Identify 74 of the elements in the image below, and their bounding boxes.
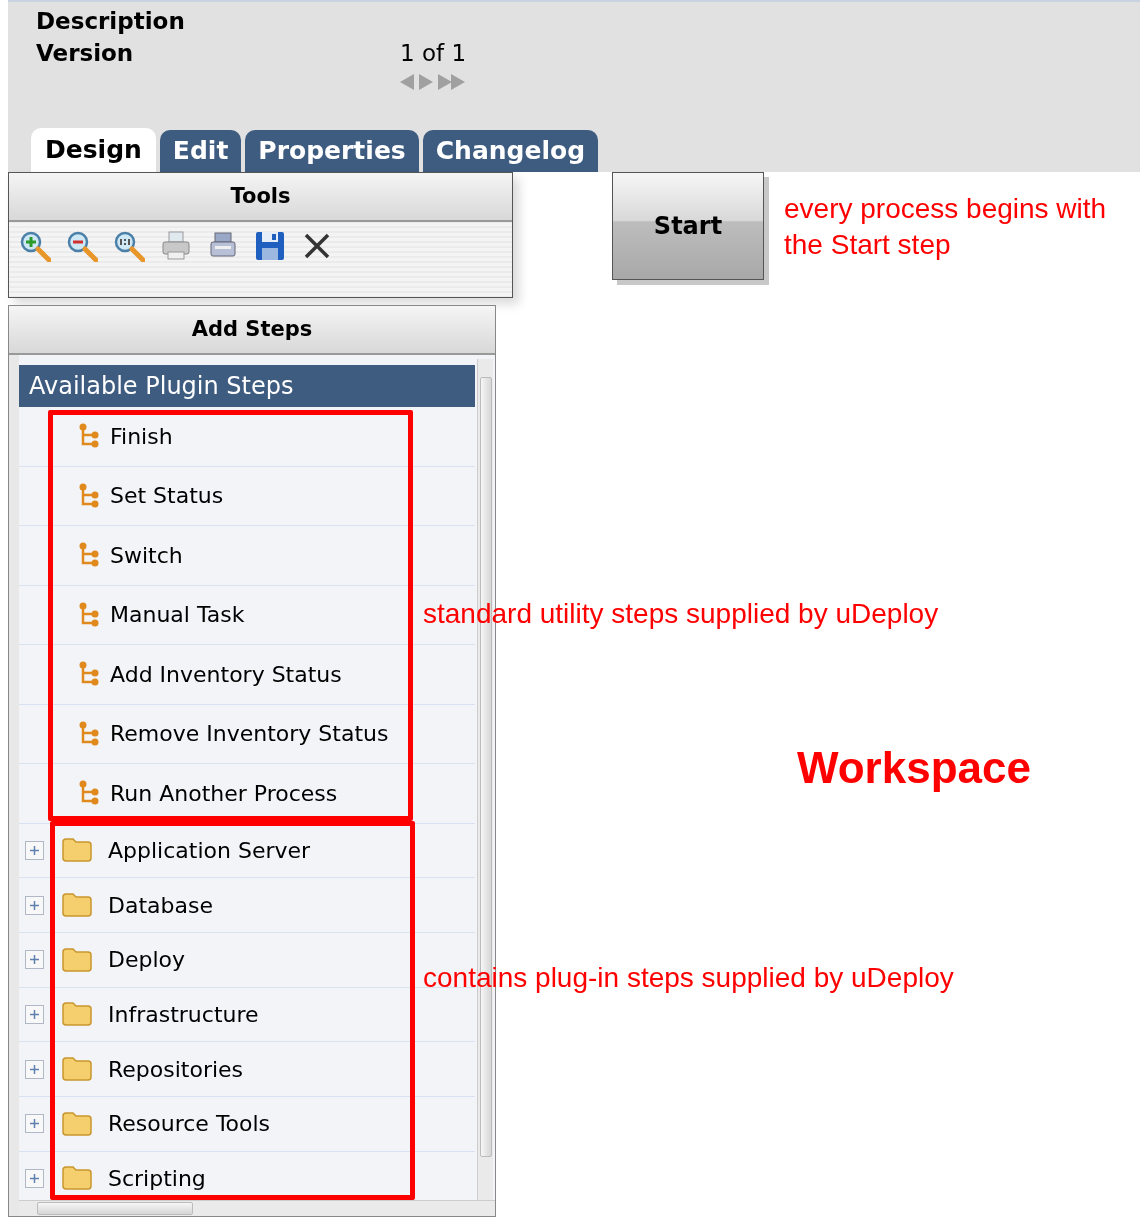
zoom-out-icon[interactable] bbox=[66, 230, 98, 262]
expand-icon[interactable] bbox=[25, 840, 44, 860]
tab[interactable]: Edit bbox=[159, 130, 242, 172]
expand-icon[interactable] bbox=[25, 950, 44, 970]
step-icon bbox=[78, 482, 100, 509]
panel-title: Tools bbox=[230, 182, 291, 210]
step-item[interactable]: Manual Task bbox=[78, 598, 245, 632]
step-item[interactable]: Switch bbox=[78, 538, 183, 572]
panel-title: Add Steps bbox=[191, 315, 313, 343]
folder-label: Scripting bbox=[108, 1164, 206, 1193]
folder-icon bbox=[62, 892, 92, 919]
expand-icon[interactable] bbox=[25, 1004, 44, 1024]
expand-icon[interactable] bbox=[25, 1168, 44, 1188]
step-icon bbox=[78, 601, 100, 628]
folder-icon bbox=[62, 1165, 92, 1192]
next-arrow-icon[interactable] bbox=[419, 74, 434, 90]
expand-icon[interactable] bbox=[25, 1114, 44, 1134]
version-value: 1 of 1 bbox=[400, 42, 467, 65]
folder-item[interactable]: Resource Tools bbox=[62, 1107, 271, 1141]
folder-icon bbox=[62, 1110, 92, 1137]
step-label: Run Another Process bbox=[110, 779, 338, 808]
step-label: Manual Task bbox=[110, 601, 245, 630]
expand-icon[interactable] bbox=[25, 895, 44, 915]
folder-item[interactable]: Deploy bbox=[62, 943, 186, 977]
step-icon bbox=[78, 542, 100, 569]
expand-icon[interactable] bbox=[25, 1059, 44, 1079]
save-icon[interactable] bbox=[254, 230, 286, 262]
tab[interactable]: Changelog bbox=[422, 130, 599, 172]
step-item[interactable]: Remove Inventory Status bbox=[78, 717, 389, 751]
step-label: Switch bbox=[110, 541, 183, 570]
folder-label: Infrastructure bbox=[108, 1000, 259, 1029]
start-label: Start bbox=[653, 211, 723, 242]
folder-label: Deploy bbox=[108, 946, 186, 975]
folder-item[interactable]: Infrastructure bbox=[62, 997, 259, 1031]
scrollbar-thumb[interactable] bbox=[37, 1202, 193, 1215]
step-label: Add Inventory Status bbox=[110, 660, 342, 689]
step-icon bbox=[78, 423, 100, 450]
printer-icon[interactable] bbox=[160, 230, 192, 262]
step-icon bbox=[78, 720, 100, 747]
previous-arrow-icon[interactable] bbox=[400, 74, 415, 90]
folder-icon bbox=[62, 1056, 92, 1083]
folder-label: Database bbox=[108, 891, 213, 920]
step-item[interactable]: Finish bbox=[78, 419, 173, 453]
step-item[interactable]: Set Status bbox=[78, 479, 224, 513]
folder-label: Application Server bbox=[108, 836, 311, 865]
tab[interactable]: Properties bbox=[245, 130, 419, 172]
folder-item[interactable]: Scripting bbox=[62, 1161, 206, 1195]
field-label: Description bbox=[36, 10, 185, 33]
workspace-label: Workspace bbox=[797, 742, 1031, 794]
folder-label: Repositories bbox=[108, 1055, 244, 1084]
annotation-text: every process begins with the Start step bbox=[784, 192, 1108, 262]
step-label: Set Status bbox=[110, 482, 224, 511]
step-item[interactable]: Add Inventory Status bbox=[78, 657, 342, 691]
annotation-text: contains plug-in steps supplied by uDeploy bbox=[423, 961, 954, 995]
last-arrow-icon[interactable] bbox=[438, 74, 466, 90]
step-item[interactable]: Run Another Process bbox=[78, 776, 338, 810]
folder-icon bbox=[62, 837, 92, 864]
zoom-fit-icon[interactable] bbox=[113, 230, 145, 262]
folder-item[interactable]: Database bbox=[62, 888, 213, 922]
folder-icon bbox=[62, 1001, 92, 1028]
folder-label: Resource Tools bbox=[108, 1110, 271, 1139]
zoom-in-icon[interactable] bbox=[19, 230, 51, 262]
step-label: Finish bbox=[110, 422, 173, 451]
folder-icon bbox=[62, 946, 92, 973]
field-label: Version bbox=[36, 42, 134, 65]
folder-item[interactable]: Application Server bbox=[62, 833, 311, 867]
horizontal-scrollbar[interactable] bbox=[19, 1200, 495, 1216]
list-title: Available Plugin Steps bbox=[29, 371, 294, 402]
tab[interactable]: Design bbox=[31, 128, 156, 172]
annotation-text: standard utility steps supplied by uDeploy bbox=[423, 597, 939, 631]
folder-item[interactable]: Repositories bbox=[62, 1052, 244, 1086]
step-icon bbox=[78, 661, 100, 688]
step-label: Remove Inventory Status bbox=[110, 720, 389, 749]
step-icon bbox=[78, 780, 100, 807]
